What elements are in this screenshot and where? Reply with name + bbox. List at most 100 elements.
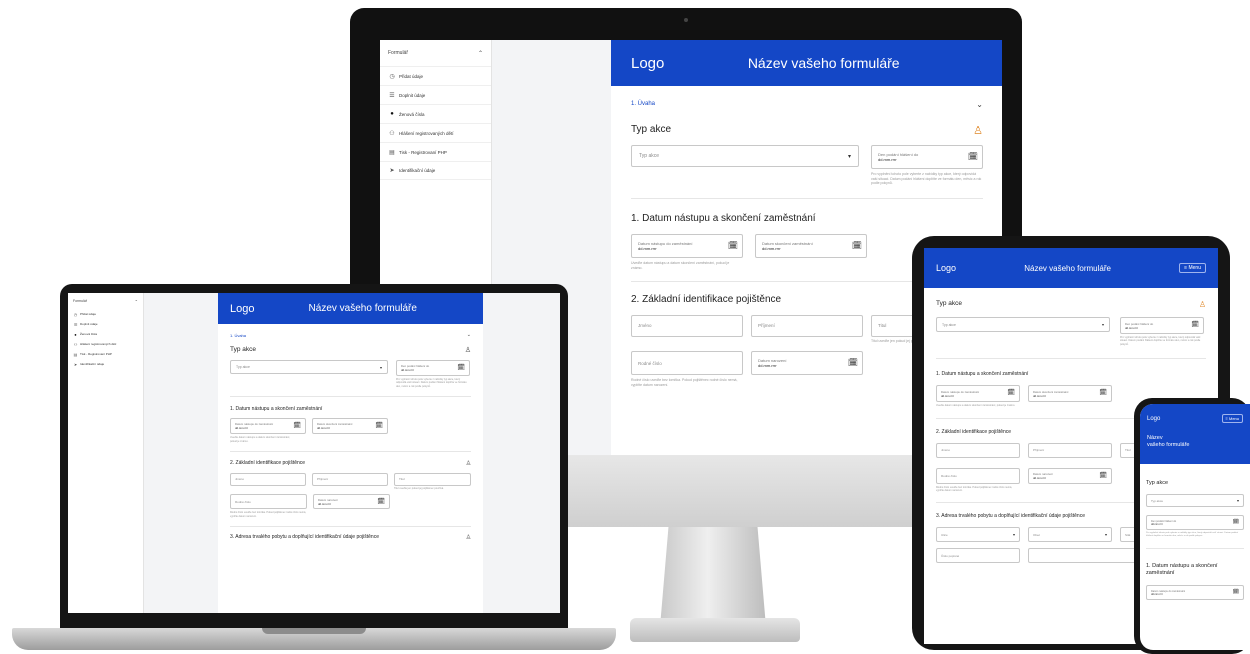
- sidebar-item-report[interactable]: ⚇ Hlášení registrovaných dětí: [380, 123, 491, 142]
- birth-number-input[interactable]: Rodné číslo: [936, 467, 1020, 484]
- action-type-select[interactable]: Typ akce ▾: [1146, 494, 1244, 507]
- sidebar-item-label: Přidat údaje: [80, 312, 97, 316]
- calendar-icon[interactable]: 🗓: [377, 498, 385, 505]
- start-date-field[interactable]: Datum nástupu do zaměstnání dd.mm.rrrr 🗓: [230, 418, 306, 435]
- chevron-up-icon[interactable]: ⌃: [135, 299, 138, 304]
- input-placeholder: Jméno: [638, 323, 652, 329]
- calendar-icon[interactable]: 🗓: [1007, 389, 1015, 396]
- birth-date-field[interactable]: Datum narození dd.mm.rrrr 🗓: [751, 351, 863, 376]
- birth-number-input[interactable]: Rodné číslo: [230, 494, 307, 510]
- firstname-input[interactable]: Příjmení: [751, 314, 863, 337]
- start-date-field[interactable]: Datum nástupu do zaměstnání dd.mm.rrrr 🗓: [1146, 585, 1244, 601]
- sidebar-header[interactable]: Formulář ⌃: [68, 293, 143, 309]
- report-date-field[interactable]: Den podání hlášení do dd.mm.rrrr 🗓: [1146, 515, 1244, 530]
- city-input[interactable]: Obec ▾: [1028, 527, 1112, 543]
- sidebar-item-numbers[interactable]: ● Ženová čísla: [380, 104, 491, 123]
- calendar-icon[interactable]: 🗓: [1099, 389, 1107, 396]
- start-date-field[interactable]: Datum nástupu do zaměstnání dd.mm.rrrr 🗓: [631, 234, 743, 259]
- surname-input[interactable]: Jméno: [230, 472, 306, 486]
- field-value: dd.mm.rrrr: [1151, 522, 1163, 526]
- sidebar-item-report[interactable]: ⚇ Hlášení registrovaných dětí: [68, 339, 143, 349]
- chevron-down-icon[interactable]: ⌄: [467, 332, 471, 338]
- input-placeholder: Rodné číslo: [235, 499, 251, 504]
- birth-date-field[interactable]: Datum narození dd.mm.rrrr 🗓: [1028, 467, 1112, 484]
- end-date-field[interactable]: Datum skončení zaměstnání dd.mm.rrrr 🗓: [312, 418, 388, 435]
- chevron-down-icon[interactable]: ⌄: [976, 100, 983, 109]
- calendar-icon[interactable]: 🗓: [1233, 589, 1239, 595]
- sidebar-item-add[interactable]: ◷ Přidat údaje: [380, 66, 491, 85]
- birth-number-input[interactable]: Rodné číslo: [631, 351, 743, 376]
- sidebar-item-complete[interactable]: ☰ Doplnit údaje: [380, 85, 491, 104]
- logo[interactable]: Logo: [1147, 416, 1160, 422]
- firstname-input[interactable]: Příjmení: [1028, 442, 1112, 458]
- logo[interactable]: Logo: [631, 55, 664, 72]
- surname-input[interactable]: Jméno: [936, 442, 1020, 458]
- menu-button[interactable]: ≡ Menu: [1179, 263, 1206, 273]
- start-date-field[interactable]: Datum nástupu do zaměstnání dd.mm.rrrr 🗓: [936, 385, 1020, 403]
- report-date-field[interactable]: Den podání hlášení do dd.mm.rrrr 🗓: [871, 145, 983, 169]
- surname-input[interactable]: Jméno: [631, 314, 743, 337]
- action-help-text: Pro vyplnění tohoto pole vyberte z nabíd…: [1146, 532, 1239, 537]
- calendar-icon[interactable]: 🗓: [728, 241, 738, 250]
- section-employment-heading: 1. Datum nástupu a skončení zaměstnání: [230, 406, 323, 413]
- input-placeholder: Příjmení: [1033, 448, 1045, 452]
- section-action-heading: Typ akce ♙: [631, 124, 983, 137]
- end-date-field[interactable]: Datum skončení zaměstnání dd.mm.rrrr 🗓: [755, 234, 867, 259]
- divider: [230, 526, 471, 527]
- firstname-input[interactable]: Příjmení: [312, 472, 388, 486]
- assistant-icon[interactable]: ♙: [466, 534, 471, 541]
- sidebar-item-identification[interactable]: ➤ Identifikační údaje: [380, 161, 491, 180]
- action-type-select[interactable]: Typ akce ▾: [230, 360, 388, 374]
- calendar-icon[interactable]: 🗓: [852, 241, 862, 250]
- form-title: Název vašeho formuláře: [747, 55, 900, 71]
- sidebar-title: Formulář: [388, 50, 409, 56]
- sidebar-item-label: Tisk - Registrovaní PHP: [80, 352, 112, 356]
- action-type-select[interactable]: Typ akce ▾: [631, 145, 859, 167]
- assistant-icon[interactable]: ♙: [973, 124, 983, 137]
- section-title: Typ akce: [936, 300, 963, 307]
- street-input[interactable]: Ulice ▾: [936, 527, 1020, 543]
- select-placeholder: Typ akce: [1151, 498, 1164, 503]
- sidebar: Formulář ⌃ ◷ Přidat údaje ☰ Doplnit údaj…: [68, 293, 144, 613]
- calendar-icon[interactable]: 🗓: [968, 152, 978, 161]
- sidebar-item-identification[interactable]: ➤ Identifikační údaje: [68, 359, 143, 369]
- assistant-icon[interactable]: ♙: [466, 460, 471, 467]
- sidebar-item-label: Hlášení registrovaných dětí: [80, 342, 117, 346]
- calendar-icon[interactable]: 🗓: [293, 422, 301, 429]
- step-label: 1. Úvaha: [631, 101, 656, 107]
- report-date-field[interactable]: Den podání hlášení do dd.mm.rrrr 🗓: [1120, 317, 1204, 334]
- menu-button[interactable]: ≡ Menu: [1221, 414, 1243, 423]
- calendar-icon[interactable]: 🗓: [1099, 472, 1107, 479]
- dot-icon: ●: [74, 331, 77, 337]
- input-placeholder: Titul: [399, 477, 405, 482]
- assistant-icon[interactable]: ♙: [465, 346, 471, 354]
- sidebar-item-complete[interactable]: ☰ Doplnit údaje: [68, 319, 143, 329]
- step-indicator[interactable]: 1. Úvaha ⌄: [218, 324, 483, 346]
- form-panel: Logo Název vašeho formuláře 1. Úvaha ⌄ T…: [218, 293, 483, 613]
- birth-date-field[interactable]: Datum narození dd.mm.rrrr 🗓: [313, 494, 390, 510]
- step-indicator[interactable]: 1. Úvaha ⌄: [611, 86, 1002, 122]
- chevron-down-icon: ▾: [847, 153, 851, 160]
- field-value: dd.mm.rrrr: [235, 426, 249, 431]
- logo[interactable]: Logo: [936, 263, 956, 273]
- calendar-icon[interactable]: 🗓: [848, 358, 858, 367]
- calendar-icon[interactable]: 🗓: [457, 364, 465, 371]
- sidebar-item-label: Identifikační údaje: [80, 362, 105, 366]
- house-number-input[interactable]: Číslo popisné: [936, 548, 1020, 564]
- sidebar-item-print[interactable]: ▤ Tisk - Registrovaní PHP: [68, 349, 143, 359]
- end-date-field[interactable]: Datum skončení zaměstnání dd.mm.rrrr 🗓: [1028, 385, 1112, 403]
- chevron-up-icon[interactable]: ⌃: [478, 50, 483, 57]
- sidebar-item-numbers[interactable]: ● Ženová čísla: [68, 329, 143, 339]
- logo[interactable]: Logo: [230, 303, 254, 315]
- assistant-icon[interactable]: ♙: [1199, 300, 1206, 309]
- report-date-field[interactable]: Den podání hlášení do dd.mm.rrrr 🗓: [396, 360, 470, 376]
- sidebar-item-add[interactable]: ◷ Přidat údaje: [68, 309, 143, 319]
- calendar-icon[interactable]: 🗓: [1191, 321, 1199, 328]
- sidebar-item-print[interactable]: ▤ Tisk - Registrovaní PHP: [380, 142, 491, 161]
- sidebar-header[interactable]: Formulář ⌃: [380, 40, 491, 66]
- calendar-icon[interactable]: 🗓: [375, 422, 383, 429]
- clock-icon: ◷: [73, 311, 78, 317]
- title-input[interactable]: Titul: [394, 472, 471, 486]
- calendar-icon[interactable]: 🗓: [1233, 519, 1239, 525]
- action-type-select[interactable]: Typ akce ▾: [936, 317, 1110, 332]
